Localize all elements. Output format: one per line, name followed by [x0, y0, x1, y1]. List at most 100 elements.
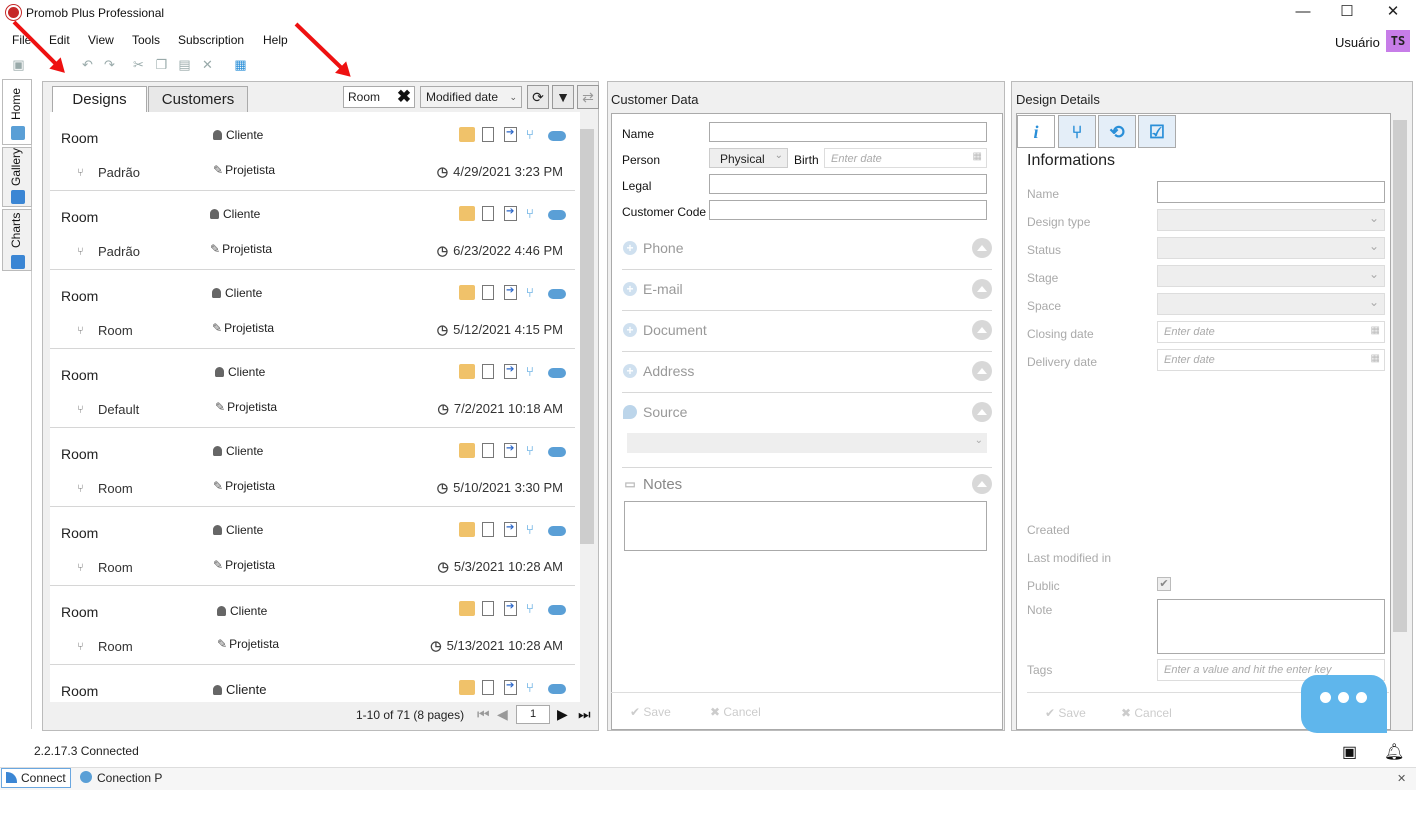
section-source[interactable]: Source ⌄: [622, 394, 992, 468]
close-bottom-icon[interactable]: ✕: [1397, 772, 1406, 785]
collapse-icon[interactable]: [972, 402, 992, 422]
save-icon[interactable]: ▣: [11, 57, 26, 72]
cloud-icon[interactable]: [548, 605, 566, 615]
export-icon[interactable]: [504, 127, 517, 142]
sidebar-tab-home[interactable]: Home: [2, 79, 32, 145]
duplicate-icon[interactable]: [482, 206, 494, 221]
notes-textarea[interactable]: [624, 501, 987, 551]
minimize-button[interactable]: —: [1280, 0, 1326, 26]
calendar-icon[interactable]: ▦: [1371, 353, 1380, 364]
section-address[interactable]: + Address: [622, 353, 992, 393]
page-number-input[interactable]: 1: [516, 705, 550, 724]
list-item[interactable]: Room Cliente ⑂ Default Projetista 7/2/20…: [50, 349, 575, 428]
connection-tab[interactable]: Conection P: [80, 771, 162, 785]
menu-view[interactable]: View: [88, 33, 114, 47]
cloud-icon[interactable]: [548, 131, 566, 141]
add-version-icon[interactable]: ⑂: [526, 522, 542, 537]
add-version-icon[interactable]: ⑂: [526, 680, 542, 695]
swap-button[interactable]: ⇄: [577, 85, 599, 109]
cloud-icon[interactable]: [548, 684, 566, 694]
clear-search-icon[interactable]: ✖: [394, 86, 414, 108]
versions-tab[interactable]: ⑂: [1058, 115, 1096, 148]
details-save-button[interactable]: ✔ Save: [1045, 706, 1086, 720]
add-version-icon[interactable]: ⑂: [526, 206, 542, 221]
last-page-icon[interactable]: ⏭: [578, 706, 591, 723]
list-item[interactable]: Room Cliente ⑂ Room Projetista 5/13/2021…: [50, 586, 575, 665]
person-type-select[interactable]: Physical ⌄: [709, 148, 788, 168]
cloud-icon[interactable]: [548, 447, 566, 457]
tab-customers[interactable]: Customers: [148, 86, 248, 112]
designs-scroll-thumb[interactable]: [580, 129, 594, 544]
sidebar-tab-gallery[interactable]: Gallery: [2, 147, 32, 207]
duplicate-icon[interactable]: [482, 443, 494, 458]
section-email[interactable]: + E-mail: [622, 271, 992, 311]
legal-input[interactable]: [709, 174, 987, 194]
collapse-icon[interactable]: [972, 474, 992, 494]
menu-subscription[interactable]: Subscription: [178, 33, 244, 47]
source-select[interactable]: ⌄: [627, 433, 987, 453]
plus-icon[interactable]: +: [623, 323, 637, 337]
collapse-icon[interactable]: [972, 238, 992, 258]
status-select[interactable]: [1157, 237, 1385, 259]
user-avatar[interactable]: TS: [1386, 30, 1410, 52]
list-item[interactable]: Room Cliente ⑂ Room Projetista 5/10/2021…: [50, 428, 575, 507]
list-item[interactable]: Room Cliente ⑂: [50, 665, 575, 702]
plus-icon[interactable]: +: [623, 364, 637, 378]
open-folder-icon[interactable]: [459, 206, 475, 221]
menu-help[interactable]: Help: [263, 33, 288, 47]
menu-edit[interactable]: Edit: [49, 33, 70, 47]
delete-icon[interactable]: ✕: [200, 57, 215, 72]
info-tab[interactable]: i: [1017, 115, 1055, 148]
add-version-icon[interactable]: ⑂: [526, 364, 542, 379]
section-phone[interactable]: + Phone: [622, 230, 992, 270]
calendar-icon[interactable]: ▦: [1371, 325, 1380, 336]
list-item[interactable]: Room Cliente ⑂ Padrão Projetista 4/29/20…: [50, 112, 575, 191]
duplicate-icon[interactable]: [482, 285, 494, 300]
customer-cancel-button[interactable]: ✖ Cancel: [710, 705, 761, 719]
open-folder-icon[interactable]: [459, 522, 475, 537]
details-scroll-thumb[interactable]: [1393, 120, 1407, 632]
open-folder-icon[interactable]: [459, 285, 475, 300]
chat-button[interactable]: [1301, 675, 1387, 733]
history-tab[interactable]: ⟲: [1098, 115, 1136, 148]
prev-page-icon[interactable]: ◀: [497, 706, 508, 723]
next-page-icon[interactable]: ▶: [557, 706, 568, 723]
cut-icon[interactable]: ✂: [131, 57, 146, 72]
close-button[interactable]: ✕: [1370, 0, 1416, 26]
space-select[interactable]: [1157, 293, 1385, 315]
filter-button[interactable]: ▼: [552, 85, 574, 109]
devices-icon[interactable]: ▣: [1342, 742, 1366, 761]
undo-icon[interactable]: ↶: [80, 57, 95, 72]
refresh-button[interactable]: ⟳: [527, 85, 549, 109]
details-cancel-button[interactable]: ✖ Cancel: [1121, 706, 1172, 720]
design-type-select[interactable]: [1157, 209, 1385, 231]
open-folder-icon[interactable]: [459, 680, 475, 695]
cloud-icon[interactable]: [548, 289, 566, 299]
cloud-icon[interactable]: [548, 526, 566, 536]
user-label[interactable]: Usuário: [1335, 35, 1380, 50]
customer-name-input[interactable]: [709, 122, 987, 142]
collapse-icon[interactable]: [972, 361, 992, 381]
checklist-tab[interactable]: ☑: [1138, 115, 1176, 148]
add-version-icon[interactable]: ⑂: [526, 443, 542, 458]
duplicate-icon[interactable]: [482, 601, 494, 616]
customer-save-button[interactable]: ✔ Save: [630, 705, 671, 719]
tab-designs[interactable]: Designs: [52, 86, 147, 114]
public-checkbox[interactable]: ✔: [1157, 577, 1171, 591]
paste-icon[interactable]: ▤: [177, 57, 192, 72]
cloud-icon[interactable]: [548, 368, 566, 378]
export-icon[interactable]: [504, 285, 517, 300]
export-icon[interactable]: [504, 680, 517, 695]
stage-select[interactable]: [1157, 265, 1385, 287]
export-icon[interactable]: [504, 601, 517, 616]
open-folder-icon[interactable]: [459, 364, 475, 379]
plus-icon[interactable]: +: [623, 241, 637, 255]
sort-select[interactable]: Modified date ⌄: [420, 86, 522, 108]
list-item[interactable]: Room Cliente ⑂ Room Projetista 5/12/2021…: [50, 270, 575, 349]
duplicate-icon[interactable]: [482, 364, 494, 379]
menu-tools[interactable]: Tools: [132, 33, 160, 47]
calendar-icon[interactable]: ▦: [973, 151, 982, 162]
export-icon[interactable]: [504, 443, 517, 458]
connect-button[interactable]: Connect: [1, 768, 71, 788]
open-folder-icon[interactable]: [459, 443, 475, 458]
